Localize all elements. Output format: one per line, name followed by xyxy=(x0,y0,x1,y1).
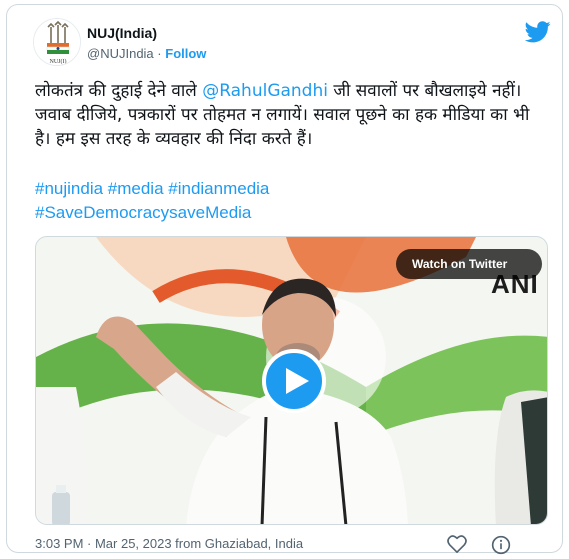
tweet-timestamp[interactable]: 3:03 PM · Mar 25, 2023 from Ghaziabad, I… xyxy=(35,536,303,551)
author-avatar[interactable]: NUJ(I) xyxy=(33,18,81,66)
info-icon[interactable] xyxy=(491,535,511,555)
tweet-text-part2: जी सवालों पर xyxy=(327,81,420,101)
hashtags: #nujindia #media #indianmedia #SaveDemoc… xyxy=(35,177,269,225)
tweet-text-part1: लोकतंत्र की दुहाई देने वाले xyxy=(35,81,203,101)
twitter-bird-icon[interactable] xyxy=(525,21,551,43)
play-button[interactable] xyxy=(262,349,326,413)
mention-link[interactable]: @RahulGandhi xyxy=(202,81,328,101)
heart-icon[interactable] xyxy=(447,535,467,554)
avatar-text: NUJ(I) xyxy=(50,58,67,65)
author-name[interactable]: NUJ(India) xyxy=(87,25,157,41)
follow-button[interactable]: Follow xyxy=(165,46,206,61)
hashtags-line-2[interactable]: #SaveDemocracysaveMedia xyxy=(35,201,269,225)
author-handle-row: @NUJIndia · Follow xyxy=(87,46,206,61)
author-handle[interactable]: @NUJIndia xyxy=(87,46,154,61)
watch-on-twitter-button[interactable]: Watch on Twitter xyxy=(396,249,542,279)
nuj-logo-icon: NUJ(I) xyxy=(34,19,80,65)
hashtags-line-1[interactable]: #nujindia #media #indianmedia xyxy=(35,177,269,201)
play-icon xyxy=(286,368,309,394)
tweet-text: लोकतंत्र की दुहाई देने वाले @RahulGandhi… xyxy=(35,79,535,151)
tweet-card: NUJ(I) NUJ(India) @NUJIndia · Follow लोक… xyxy=(6,4,563,555)
tweet-actions xyxy=(447,535,511,555)
video-player[interactable]: ANI Watch on Twitter xyxy=(35,236,548,525)
